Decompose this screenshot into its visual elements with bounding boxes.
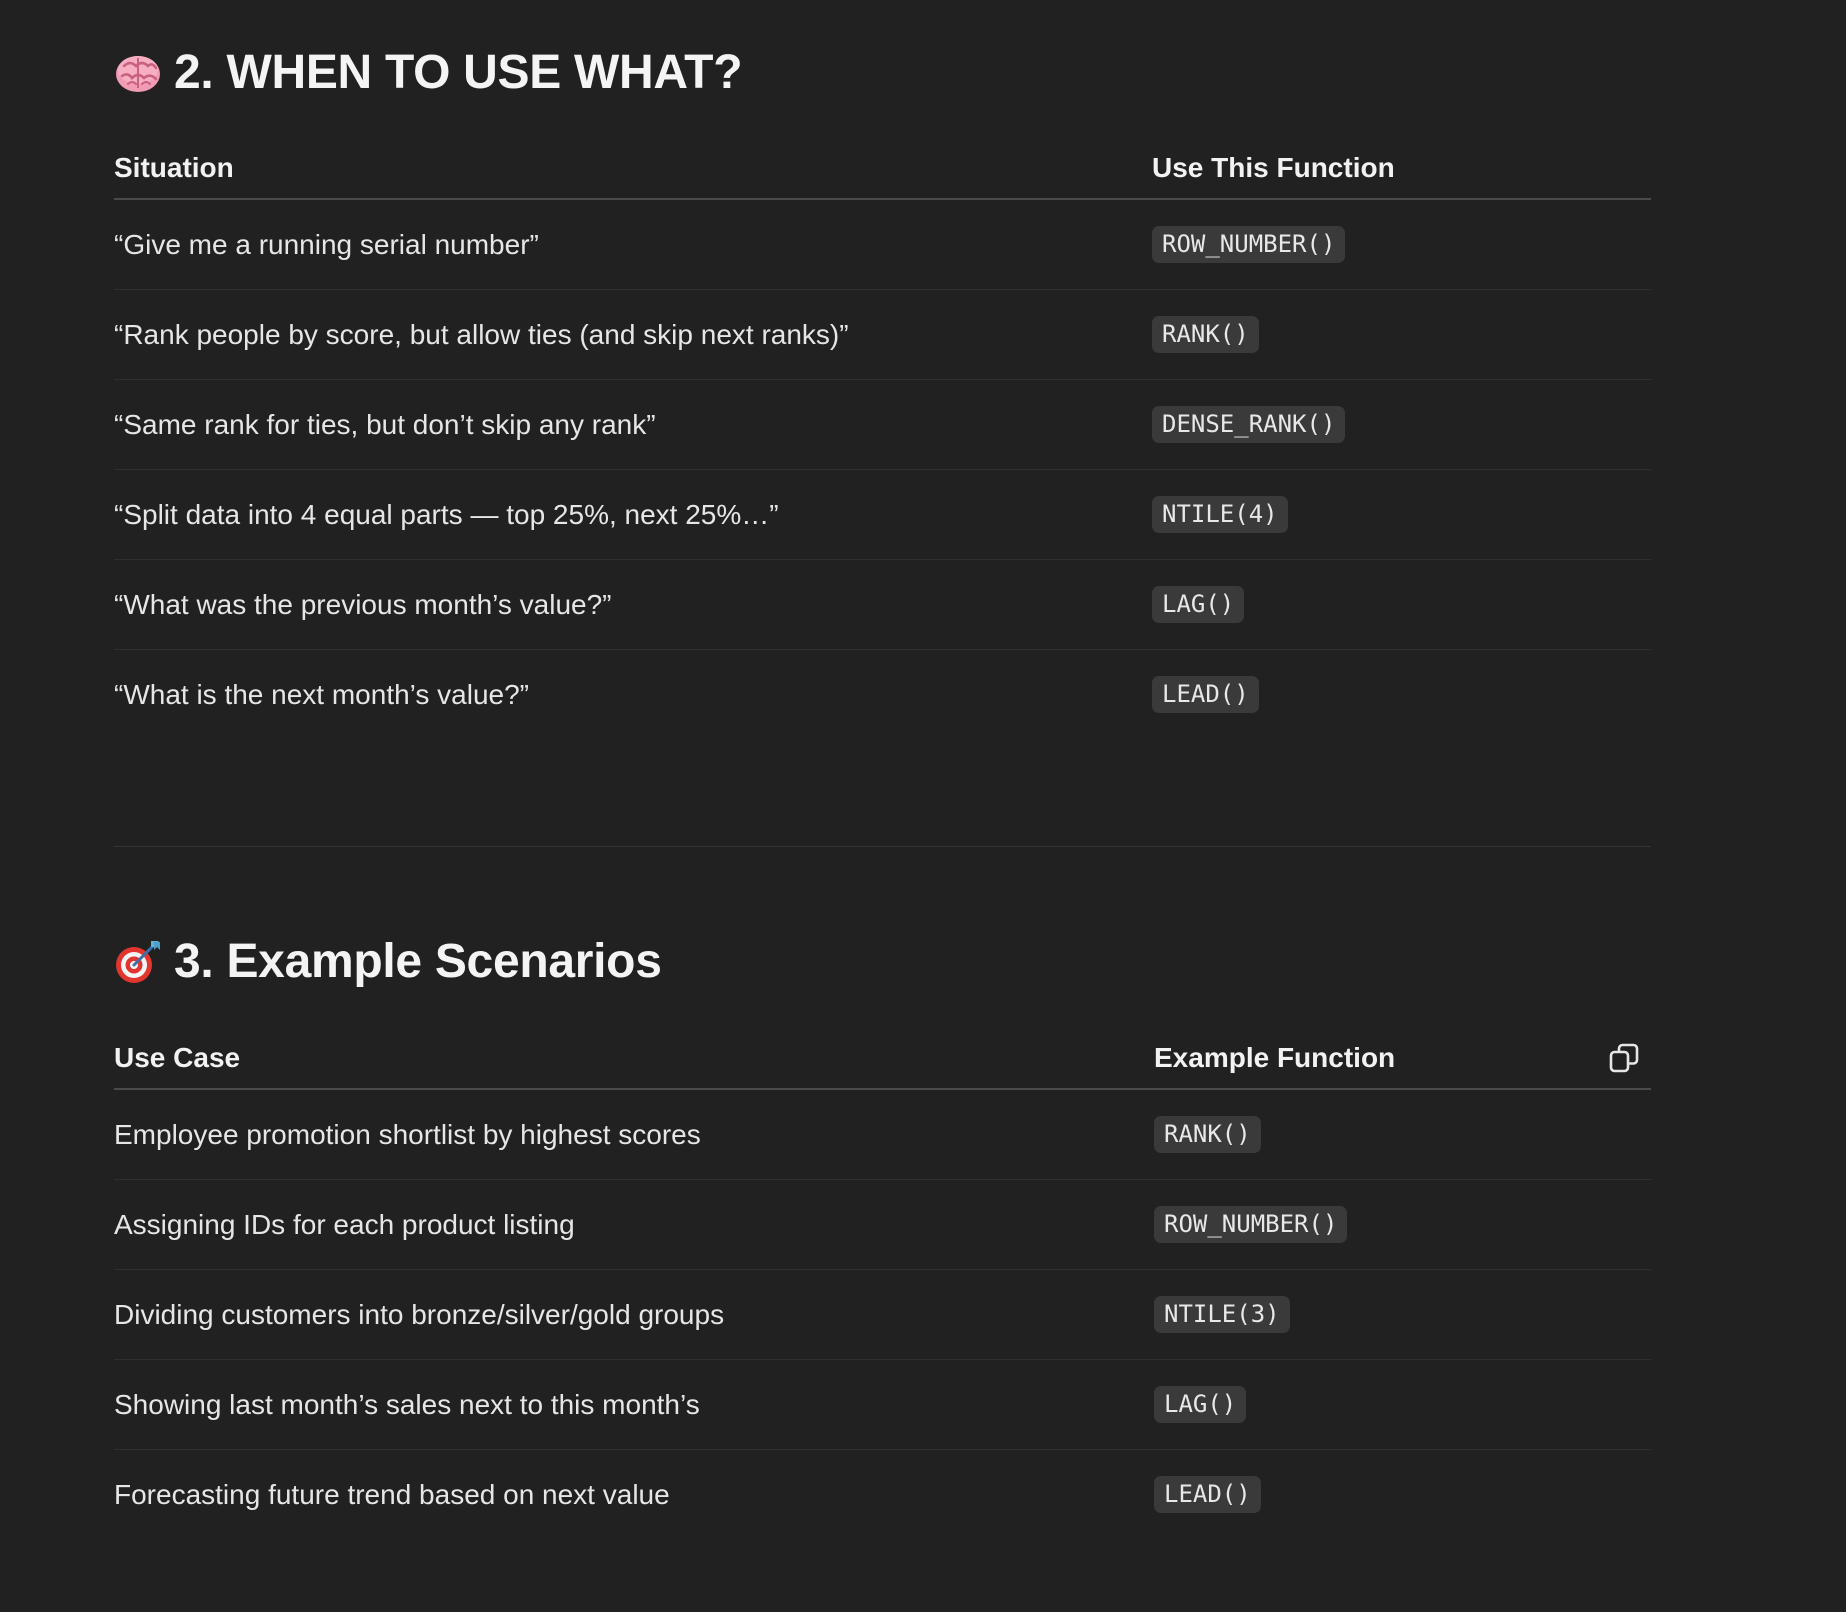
column-header-use-case: Use Case — [114, 1028, 1154, 1090]
function-cell: LAG() — [1154, 1359, 1651, 1450]
table-header-row: Use Case Example Function — [114, 1028, 1651, 1090]
inline-code: ROW_NUMBER() — [1152, 226, 1346, 263]
inline-code: NTILE(3) — [1154, 1296, 1290, 1333]
inline-code: RANK() — [1152, 316, 1259, 353]
table-row: Assigning IDs for each product listing R… — [114, 1179, 1651, 1270]
function-cell: DENSE_RANK() — [1152, 379, 1651, 470]
function-cell: NTILE(4) — [1152, 469, 1651, 560]
when-to-use-table: Situation Use This Function “Give me a r… — [114, 138, 1651, 739]
table-row: “Give me a running serial number” ROW_NU… — [114, 199, 1651, 290]
table-row: Showing last month’s sales next to this … — [114, 1359, 1651, 1450]
situation-cell: “Split data into 4 equal parts — top 25%… — [114, 469, 1152, 560]
function-cell: NTILE(3) — [1154, 1269, 1651, 1360]
situation-cell: “Same rank for ties, but don’t skip any … — [114, 379, 1152, 470]
use-case-cell: Employee promotion shortlist by highest … — [114, 1089, 1154, 1180]
copy-table-button[interactable] — [1607, 1041, 1641, 1075]
table-row: Dividing customers into bronze/silver/go… — [114, 1269, 1651, 1360]
use-case-cell: Dividing customers into bronze/silver/go… — [114, 1269, 1154, 1360]
inline-code: LEAD() — [1152, 676, 1259, 713]
inline-code: NTILE(4) — [1152, 496, 1288, 533]
section-title: 3. Example Scenarios — [174, 934, 662, 988]
column-header-example-function: Example Function — [1154, 1028, 1651, 1090]
function-cell: LEAD() — [1154, 1450, 1651, 1540]
brain-icon — [114, 48, 162, 96]
function-cell: RANK() — [1154, 1089, 1651, 1180]
dart-target-icon — [114, 937, 162, 985]
inline-code: ROW_NUMBER() — [1154, 1206, 1348, 1243]
section-title: 2. WHEN TO USE WHAT? — [174, 45, 743, 99]
column-header-function: Use This Function — [1152, 138, 1651, 200]
column-header-situation: Situation — [114, 138, 1152, 200]
column-header-label: Example Function — [1154, 1042, 1396, 1073]
example-scenarios-table: Use Case Example Function Employee promo… — [114, 1028, 1651, 1539]
use-case-cell: Forecasting future trend based on next v… — [114, 1478, 670, 1510]
inline-code: LAG() — [1154, 1386, 1247, 1423]
table-row: “Split data into 4 equal parts — top 25%… — [114, 469, 1651, 560]
function-cell: ROW_NUMBER() — [1154, 1179, 1651, 1270]
inline-code: DENSE_RANK() — [1152, 406, 1346, 443]
section-heading-when-to-use: 2. WHEN TO USE WHAT? — [114, 44, 743, 100]
table-row: Forecasting future trend based on next v… — [114, 1450, 1651, 1540]
function-cell: RANK() — [1152, 289, 1651, 380]
inline-code: RANK() — [1154, 1116, 1261, 1153]
table-header-row: Situation Use This Function — [114, 138, 1651, 200]
table-row: Employee promotion shortlist by highest … — [114, 1089, 1651, 1180]
table-row: “What was the previous month’s value?” L… — [114, 559, 1651, 650]
table-row: “What is the next month’s value?” LEAD() — [114, 650, 1651, 740]
function-cell: LEAD() — [1152, 650, 1651, 740]
situation-cell: “Rank people by score, but allow ties (a… — [114, 289, 1152, 380]
table-row: “Rank people by score, but allow ties (a… — [114, 289, 1651, 380]
situation-cell: “What is the next month’s value?” — [114, 678, 530, 710]
inline-code: LAG() — [1152, 586, 1245, 623]
situation-cell: “Give me a running serial number” — [114, 199, 1152, 290]
copy-icon — [1609, 1043, 1639, 1073]
use-case-cell: Showing last month’s sales next to this … — [114, 1359, 1154, 1450]
function-cell: ROW_NUMBER() — [1152, 199, 1651, 290]
header-with-action: Example Function — [1154, 1041, 1651, 1075]
use-case-cell: Assigning IDs for each product listing — [114, 1179, 1154, 1270]
function-cell: LAG() — [1152, 559, 1651, 650]
section-heading-example-scenarios: 3. Example Scenarios — [114, 933, 662, 989]
inline-code: LEAD() — [1154, 1476, 1261, 1513]
table-row: “Same rank for ties, but don’t skip any … — [114, 379, 1651, 470]
section-divider — [114, 846, 1651, 847]
situation-cell: “What was the previous month’s value?” — [114, 559, 1152, 650]
